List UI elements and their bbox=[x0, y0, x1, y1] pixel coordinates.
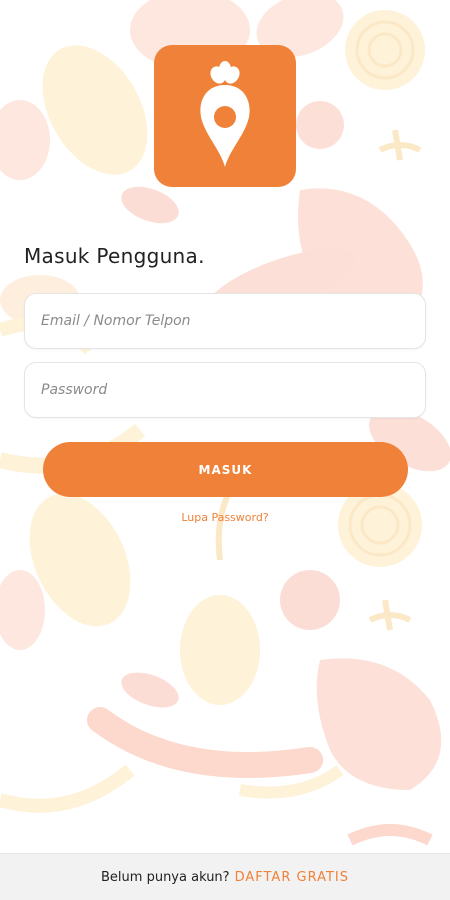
email-input[interactable] bbox=[25, 294, 425, 348]
app-logo bbox=[154, 45, 296, 187]
login-button[interactable]: MASUK bbox=[43, 442, 408, 497]
signup-prompt: Belum punya akun? bbox=[101, 869, 230, 885]
login-screen: Masuk Pengguna. MASUK Lupa Password? Bel… bbox=[0, 0, 450, 900]
forgot-password-link[interactable]: Lupa Password? bbox=[0, 511, 450, 524]
page-title: Masuk Pengguna. bbox=[24, 244, 205, 268]
email-field[interactable] bbox=[24, 293, 426, 349]
password-field[interactable] bbox=[24, 362, 426, 418]
carrot-location-pin-icon bbox=[200, 61, 250, 167]
signup-link[interactable]: DAFTAR GRATIS bbox=[235, 870, 349, 885]
password-input[interactable] bbox=[25, 363, 425, 417]
signup-footer: Belum punya akun? DAFTAR GRATIS bbox=[0, 853, 450, 900]
